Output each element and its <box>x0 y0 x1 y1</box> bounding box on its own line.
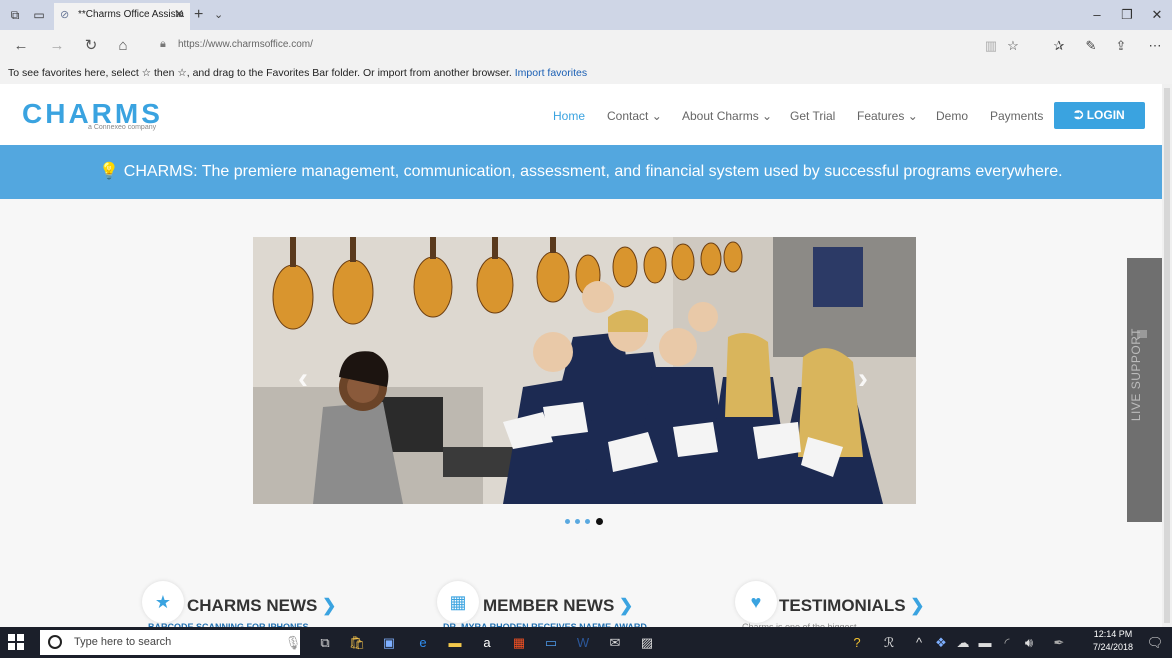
favorites-hint-text: To see favorites here, select ☆ then ☆, … <box>8 67 512 79</box>
favorites-hint: To see favorites here, select ☆ then ☆, … <box>8 67 587 79</box>
windows-start-icon[interactable] <box>8 634 24 650</box>
photos-icon[interactable]: ▨ <box>632 627 662 658</box>
url-text: https://www.charmsoffice.com/ <box>178 39 313 50</box>
scrollbar-thumb[interactable] <box>1164 88 1170 623</box>
chevron-right-icon: ❯ <box>322 596 337 615</box>
address-toolbar: ← → ↻ ⌂ 🔒︎ https://www.charmsoffice.com/… <box>0 30 1172 62</box>
microphone-icon[interactable]: 🎙︎ <box>278 627 308 658</box>
carousel-dot-1[interactable] <box>565 519 570 524</box>
file-explorer-icon[interactable]: ▬ <box>440 627 470 658</box>
tagline-text: 💡 CHARMS: The premiere management, commu… <box>99 163 1063 180</box>
taskbar-search-box[interactable]: Type here to search <box>40 630 300 655</box>
tagline-banner: 💡 CHARMS: The premiere management, commu… <box>0 145 1162 199</box>
address-field[interactable]: 🔒︎ https://www.charmsoffice.com/ <box>156 34 1016 58</box>
forward-icon[interactable]: → <box>44 30 70 62</box>
carousel-dot-4-active[interactable] <box>596 518 603 525</box>
chevron-right-icon: ❯ <box>619 596 634 615</box>
page-scrollbar[interactable] <box>1162 84 1172 627</box>
nav-features[interactable]: Features ⌄ <box>857 109 918 123</box>
volume-icon[interactable]: 🔊︎ <box>1014 627 1044 658</box>
nav-about[interactable]: About Charms ⌄ <box>682 109 772 123</box>
tab-close-icon[interactable]: ✕ <box>174 7 184 21</box>
tab-actions-icon[interactable]: ⧉ <box>2 0 28 30</box>
mail-icon[interactable]: ✉ <box>600 627 630 658</box>
carousel-prev-icon[interactable]: ‹ <box>298 362 308 396</box>
store-icon[interactable]: 🛍︎ <box>342 627 372 658</box>
active-tab[interactable]: ⊘ **Charms Office Assista ✕ <box>54 3 190 30</box>
back-icon[interactable]: ← <box>8 30 34 62</box>
new-tab-icon[interactable]: + <box>194 0 203 30</box>
carousel-dot-2[interactable] <box>575 519 580 524</box>
clock-time[interactable]: 12:14 PM <box>1088 629 1138 639</box>
nav-home[interactable]: Home <box>553 109 585 123</box>
favorite-star-icon[interactable]: ☆ <box>1000 30 1026 62</box>
favorites-hub-icon[interactable]: ✰ <box>1046 30 1072 62</box>
more-icon[interactable]: ⋯ <box>1142 30 1168 62</box>
notes-icon[interactable]: ✎ <box>1078 30 1104 62</box>
task-view-icon[interactable]: ⧉ <box>310 627 340 658</box>
charms-news-title: CHARMS NEWS <box>187 596 318 615</box>
nav-payments[interactable]: Payments <box>990 109 1043 123</box>
lock-icon: 🔒︎ <box>160 38 166 50</box>
tab-list-chevron-icon[interactable]: ⌄ <box>214 0 223 30</box>
chevron-right-icon: ❯ <box>910 596 925 615</box>
classroom-photo <box>253 237 916 504</box>
site-header: CHARMS a Connexeo company Home Contact ⌄… <box>0 84 1162 145</box>
grid-icon: ▦ <box>437 581 479 623</box>
help-icon[interactable]: ? <box>842 627 872 658</box>
testimonials-heading[interactable]: TESTIMONIALS ❯ <box>779 596 925 616</box>
pen-icon[interactable]: ✒ <box>1044 627 1074 658</box>
tab-bar: ⧉ ▭ ⊘ **Charms Office Assista ✕ + ⌄ – ❐ … <box>0 0 1172 30</box>
carousel-dot-3[interactable] <box>585 519 590 524</box>
heart-icon: ♥ <box>735 581 777 623</box>
nav-contact[interactable]: Contact ⌄ <box>607 109 662 123</box>
app2-icon[interactable]: ▭ <box>536 627 566 658</box>
favorites-bar: To see favorites here, select ☆ then ☆, … <box>0 62 1172 84</box>
edge-icon[interactable]: e <box>408 627 438 658</box>
refresh-icon[interactable]: ↻ <box>78 30 104 62</box>
tab-title: **Charms Office Assista <box>78 9 184 20</box>
search-placeholder: Type here to search <box>74 636 172 648</box>
cortana-icon <box>48 635 62 649</box>
charms-news-heading[interactable]: CHARMS NEWS ❯ <box>187 596 336 616</box>
login-button[interactable]: ⮊ LOGIN <box>1054 102 1145 129</box>
close-window-icon[interactable]: ✕ <box>1142 0 1172 30</box>
minimize-icon[interactable]: – <box>1082 0 1112 30</box>
home-icon[interactable]: ⌂ <box>110 30 136 62</box>
people-icon[interactable]: ℛ <box>874 627 904 658</box>
app-icon[interactable]: ▣ <box>374 627 404 658</box>
tab-preview-icon[interactable]: ▭ <box>26 0 52 30</box>
live-support-label: LIVE SUPPORT <box>1129 328 1143 422</box>
carousel-next-icon[interactable]: › <box>858 362 868 396</box>
action-center-icon[interactable]: 🗨︎ <box>1140 627 1170 658</box>
member-news-heading[interactable]: MEMBER NEWS ❯ <box>483 596 633 616</box>
live-support-tab[interactable]: LIVE SUPPORT <box>1127 258 1162 522</box>
ms-store-icon[interactable]: ▦ <box>504 627 534 658</box>
carousel-image[interactable] <box>253 237 916 504</box>
star-icon: ★ <box>142 581 184 623</box>
tab-favicon-icon: ⊘ <box>60 9 70 21</box>
restore-icon[interactable]: ❐ <box>1112 0 1142 30</box>
nav-get-trial[interactable]: Get Trial <box>790 109 835 123</box>
share-icon[interactable]: ⇪ <box>1108 30 1134 62</box>
amazon-icon[interactable]: a <box>472 627 502 658</box>
testimonials-title: TESTIMONIALS <box>779 596 906 615</box>
member-news-title: MEMBER NEWS <box>483 596 615 615</box>
clock-date[interactable]: 7/24/2018 <box>1088 642 1138 652</box>
import-favorites-link[interactable]: Import favorites <box>515 67 587 79</box>
logo-subtitle: a Connexeo company <box>88 124 157 131</box>
windows-taskbar: Type here to search 🎙︎ ⧉ 🛍︎ ▣ e ▬ a ▦ ▭ … <box>0 627 1172 658</box>
nav-demo[interactable]: Demo <box>936 109 968 123</box>
word-icon[interactable]: W <box>568 627 598 658</box>
